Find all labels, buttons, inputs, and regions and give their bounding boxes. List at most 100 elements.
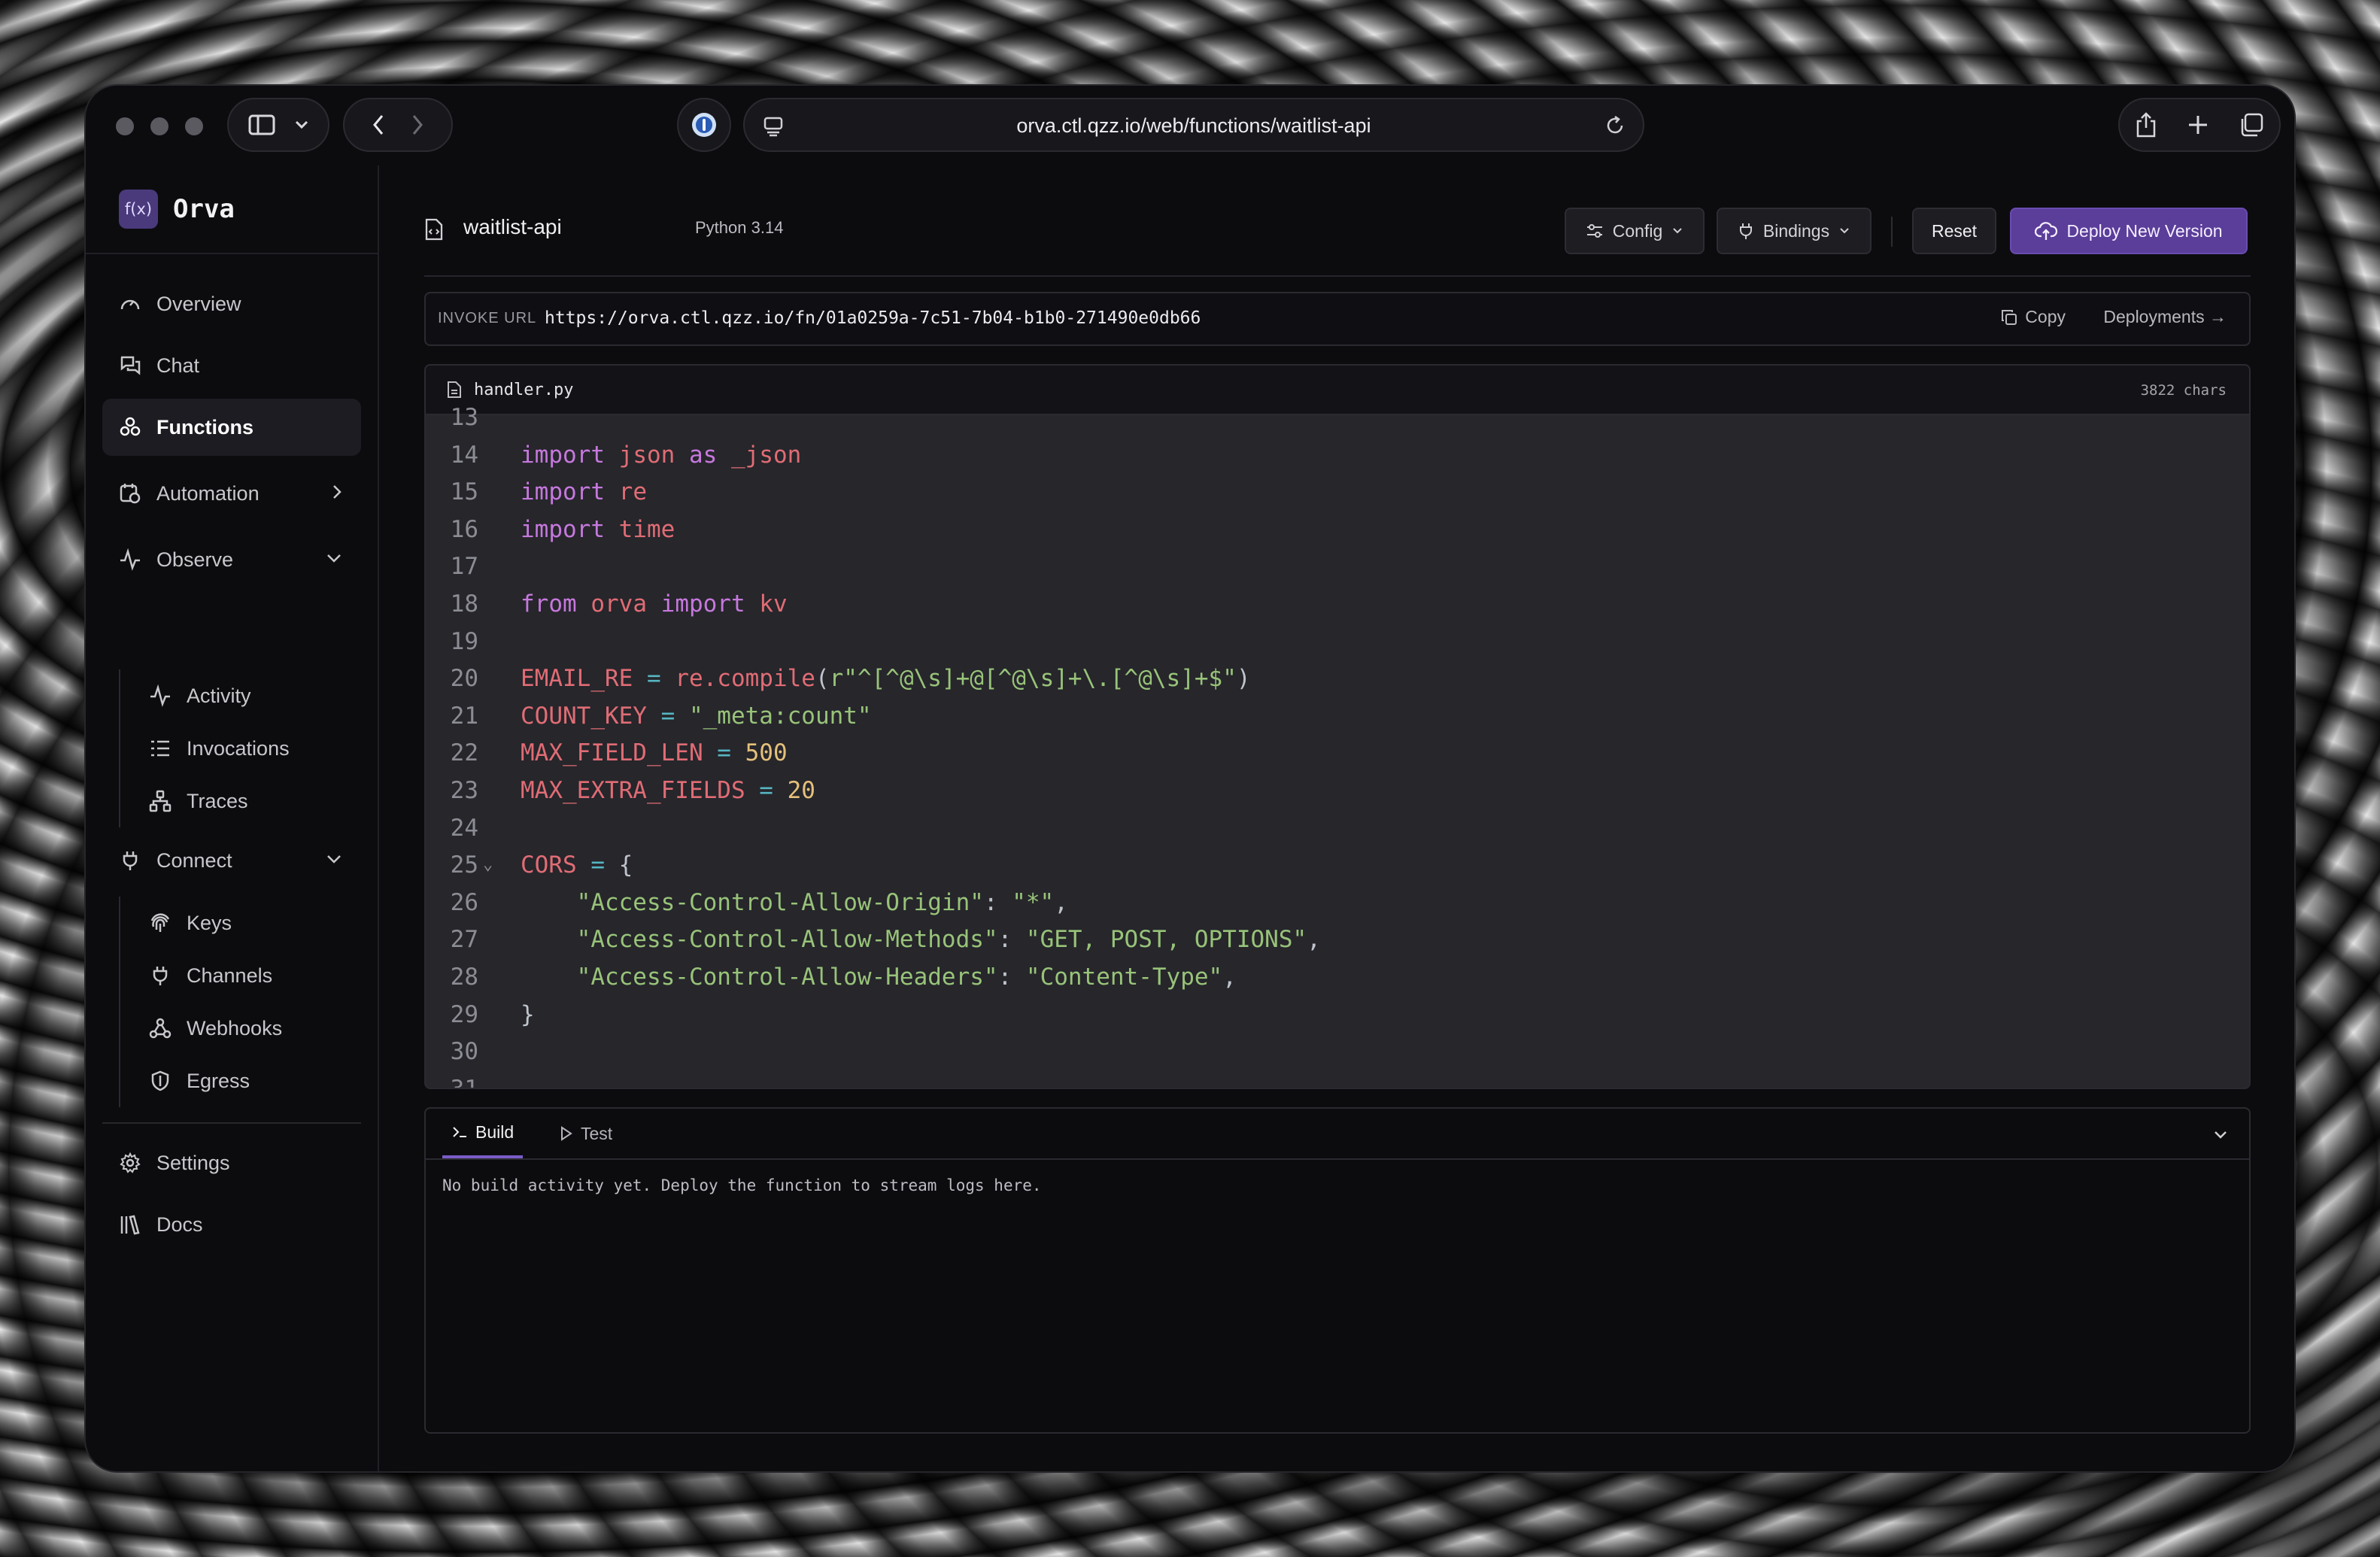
sidebar-item-label: Automation xyxy=(156,481,260,505)
code-line[interactable]: 21 COUNT_KEY = "_meta:count" xyxy=(426,697,2249,735)
code-line[interactable]: 28 "Access-Control-Allow-Headers": "Cont… xyxy=(426,958,2249,996)
address-bar[interactable]: orva.ctl.qzz.io/web/functions/waitlist-a… xyxy=(743,98,1644,152)
sidebar-toggle-button[interactable] xyxy=(227,98,329,152)
fold-toggle-icon[interactable]: ⌄ xyxy=(483,846,493,884)
forward-icon[interactable] xyxy=(411,114,423,135)
sidebar-item-settings[interactable]: Settings xyxy=(102,1134,361,1191)
password-extension-button[interactable] xyxy=(677,98,731,152)
code-token: , xyxy=(1222,964,1237,991)
code-line[interactable]: 26 "Access-Control-Allow-Origin": "*", xyxy=(426,884,2249,921)
code-line[interactable]: 25 ⌄ CORS = { xyxy=(426,846,2249,884)
sidebar-item-overview[interactable]: Overview xyxy=(102,275,361,332)
code-line[interactable]: 22 MAX_FIELD_LEN = 500 xyxy=(426,734,2249,772)
close-window-button[interactable] xyxy=(116,117,134,135)
sidebar-item-connect[interactable]: Connect xyxy=(102,832,361,889)
code-line[interactable]: 16 import time xyxy=(426,511,2249,548)
terminal-icon xyxy=(453,1127,466,1137)
code-token: re.compile xyxy=(675,665,815,693)
code-line[interactable]: 31 xyxy=(426,1070,2249,1088)
app-sidebar: f(x) Orva Overview Chat Functions Automa… xyxy=(86,165,379,1471)
code-editor[interactable]: handler.py 3822 chars 13 14 import json as… xyxy=(424,364,2251,1089)
webhook-icon xyxy=(149,1018,172,1039)
sidebar-item-functions[interactable]: Functions xyxy=(102,399,361,456)
sidebar-divider xyxy=(102,1122,361,1124)
code-token: = xyxy=(646,665,675,693)
code-token: time xyxy=(618,515,675,543)
function-header: waitlist-api Python 3.14 Config Bindings… xyxy=(424,208,2251,254)
code-token: : xyxy=(983,888,1012,916)
calendar-clock-icon xyxy=(120,484,141,504)
sidebar-item-automation[interactable]: Automation xyxy=(102,465,361,522)
back-icon[interactable] xyxy=(372,114,384,135)
sidebar-item-invocations[interactable]: Invocations xyxy=(134,722,352,775)
sidebar-item-egress[interactable]: Egress xyxy=(134,1055,352,1107)
sidebar-item-label: Observe xyxy=(156,548,234,571)
config-button[interactable]: Config xyxy=(1565,208,1705,254)
code-line[interactable]: 29} xyxy=(426,996,2249,1033)
code-token: : xyxy=(997,964,1026,991)
code-token: = xyxy=(660,702,689,730)
bindings-button[interactable]: Bindings xyxy=(1717,208,1872,254)
line-text: "Access-Control-Allow-Methods": "GET, PO… xyxy=(521,921,1321,958)
sidebar-item-label: Traces xyxy=(187,789,248,812)
sidebar-item-chat[interactable]: Chat xyxy=(102,337,361,394)
line-number: 27 xyxy=(450,926,478,954)
copy-label: Copy xyxy=(2025,307,2066,326)
chevron-down-icon xyxy=(295,120,308,129)
code-line[interactable]: 18 from orva import kv xyxy=(426,585,2249,623)
sidebar-item-label: Egress xyxy=(187,1069,250,1092)
sidebar-item-activity[interactable]: Activity xyxy=(134,669,352,722)
url-text[interactable]: orva.ctl.qzz.io/web/functions/waitlist-a… xyxy=(745,99,1643,152)
zoom-window-button[interactable] xyxy=(185,117,203,135)
sidebar-item-observe[interactable]: Observe xyxy=(102,531,361,588)
copy-button[interactable]: Copy xyxy=(2001,307,2066,327)
chevron-down-icon[interactable] xyxy=(2212,1125,2230,1143)
code-line[interactable]: 20 EMAIL_RE = re.compile(r"^[^@\s]+@[^@\s… xyxy=(426,660,2249,697)
deploy-button[interactable]: Deploy New Version xyxy=(2010,208,2248,254)
code-line[interactable]: 17 xyxy=(426,548,2249,585)
line-number: 25 xyxy=(450,851,478,879)
code-line[interactable]: 27 "Access-Control-Allow-Methods": "GET,… xyxy=(426,921,2249,958)
line-text: COUNT_KEY = "_meta:count" xyxy=(521,697,872,735)
tab-overview-icon[interactable] xyxy=(2239,112,2264,138)
new-tab-icon[interactable] xyxy=(2187,114,2208,135)
sidebar-item-traces[interactable]: Traces xyxy=(134,775,352,827)
code-token: COUNT_KEY xyxy=(521,702,661,730)
minimize-window-button[interactable] xyxy=(150,117,168,135)
sidebar-item-channels[interactable]: Channels xyxy=(134,949,352,1002)
tab-test[interactable]: Test xyxy=(552,1109,620,1158)
tab-build[interactable]: Build xyxy=(442,1109,524,1158)
code-line[interactable]: 15 import re xyxy=(426,473,2249,511)
code-line[interactable]: 19 xyxy=(426,623,2249,660)
bindings-label: Bindings xyxy=(1762,220,1830,241)
code-line[interactable]: 13 xyxy=(426,399,2249,436)
code-token: ) xyxy=(1236,665,1251,693)
sidebar-item-docs[interactable]: Docs xyxy=(102,1196,361,1253)
deployments-link[interactable]: Deployments → xyxy=(2103,307,2227,327)
code-token: : xyxy=(997,926,1026,954)
brand[interactable]: f(x) Orva xyxy=(119,190,235,229)
sidebar-item-label: Channels xyxy=(187,964,273,987)
code-line[interactable]: 24 xyxy=(426,809,2249,847)
code-area[interactable]: 13 14 import json as _json 15 import re 16 imp… xyxy=(426,404,2249,1088)
code-line[interactable]: 14 import json as _json xyxy=(426,436,2249,474)
observe-subnav: Activity Invocations Traces xyxy=(119,669,290,827)
code-line[interactable]: 23 MAX_EXTRA_FIELDS = 20 xyxy=(426,772,2249,809)
reload-icon[interactable] xyxy=(1604,114,1626,137)
code-token: = xyxy=(717,739,745,767)
sidebar-item-webhooks[interactable]: Webhooks xyxy=(134,1002,352,1055)
sidebar-item-label: Docs xyxy=(156,1213,203,1236)
code-line[interactable]: 30 xyxy=(426,1033,2249,1070)
activity-icon xyxy=(150,684,170,707)
bottom-panel: Build Test No build activity yet. Deploy… xyxy=(424,1107,2251,1434)
sidebar-item-keys[interactable]: Keys xyxy=(134,897,352,949)
share-icon[interactable] xyxy=(2135,111,2157,138)
header-separator xyxy=(1891,217,1893,247)
code-token: , xyxy=(1054,888,1068,916)
code-token: as xyxy=(688,441,731,469)
reset-button[interactable]: Reset xyxy=(1912,208,1996,254)
line-text: from orva import kv xyxy=(521,585,788,623)
invoke-url-value[interactable]: https://orva.ctl.qzz.io/fn/01a0259a-7c51… xyxy=(545,308,1201,328)
